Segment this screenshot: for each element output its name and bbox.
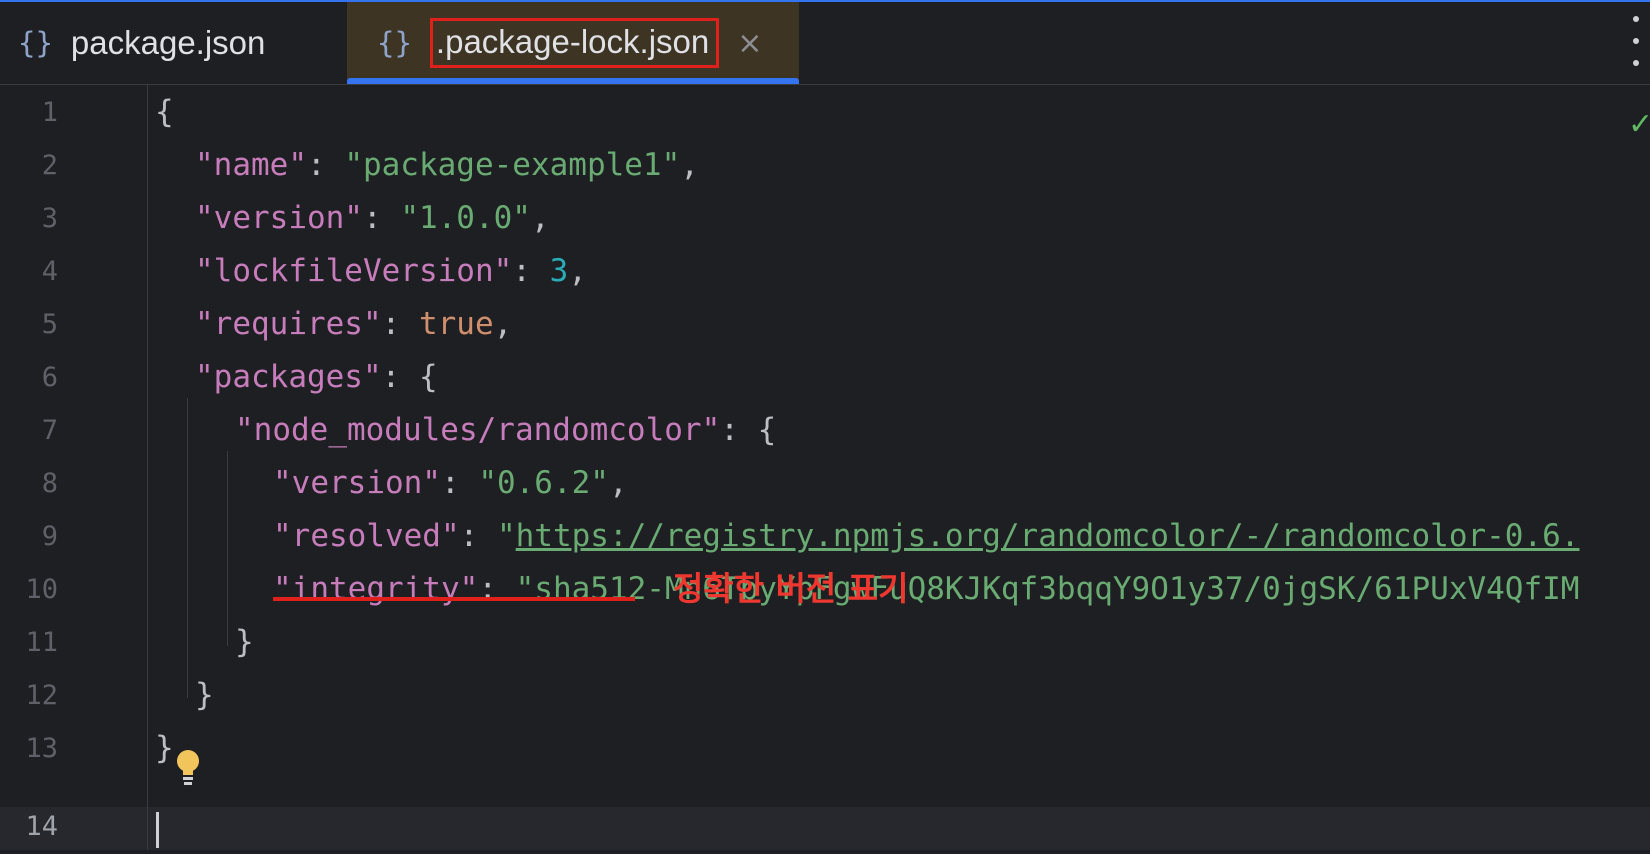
json-braces-icon: {} — [18, 26, 53, 60]
line-number: 13 — [25, 733, 58, 764]
indent-guide — [227, 451, 228, 646]
json-braces-icon: {} — [377, 26, 412, 60]
code-line-5: "requires": true, — [195, 306, 513, 342]
line-number: 7 — [41, 415, 58, 446]
code-line-9: "resolved": "https://registry.npmjs.org/… — [273, 518, 1580, 554]
code-line-7: "node_modules/randomcolor": { — [235, 412, 777, 448]
tab-label: package.json — [70, 24, 266, 61]
code-line-11: } — [235, 624, 254, 660]
code-line-4: "lockfileVersion": 3, — [195, 253, 587, 289]
code-line-8: "version": "0.6.2", — [273, 465, 628, 501]
line-number: 8 — [41, 468, 58, 499]
line-number: 12 — [25, 680, 58, 711]
text-caret — [156, 812, 159, 848]
code-line-10: "integrity": "sha512-Mn6TbyYpFgwFuQ8KJKq… — [273, 571, 1580, 607]
code-line-2: "name": "package-example1", — [195, 147, 699, 183]
resolved-url-link[interactable]: https://registry.npmjs.org/randomcolor/-… — [516, 518, 1580, 554]
indent-guide — [147, 85, 148, 850]
line-number: 1 — [41, 97, 58, 128]
code-line-13: } — [155, 730, 174, 766]
indent-guide — [187, 398, 188, 698]
kebab-menu-icon[interactable] — [1628, 16, 1644, 66]
line-number: 3 — [41, 203, 58, 234]
line-number: 11 — [25, 627, 58, 658]
line-number: 4 — [41, 256, 58, 287]
line-number: 9 — [41, 521, 58, 552]
checkmark-icon[interactable]: ✓ — [1628, 107, 1650, 142]
code-editor[interactable]: 1 2 3 4 5 6 7 8 9 10 11 12 13 14 { "name… — [0, 85, 1650, 850]
editor-tab-bar: {} package.json {} .package-lock.json × — [0, 2, 1650, 85]
tab-package-lock-json[interactable]: {} .package-lock.json × — [347, 2, 799, 84]
line-number-gutter[interactable]: 1 2 3 4 5 6 7 8 9 10 11 12 13 14 — [0, 85, 120, 850]
current-line-number: 14 — [25, 811, 58, 842]
current-line-highlight — [0, 807, 1650, 850]
close-icon[interactable]: × — [737, 26, 762, 61]
code-line-6: "packages": { — [195, 359, 438, 395]
annotation-label: 정확한 버전 표기 — [673, 569, 909, 608]
line-number: 2 — [41, 150, 58, 181]
line-number: 6 — [41, 362, 58, 393]
line-number: 5 — [41, 309, 58, 340]
annotation-underline — [273, 597, 635, 601]
lightbulb-icon[interactable] — [175, 749, 201, 787]
tab-package-json[interactable]: {} package.json — [18, 2, 318, 84]
tab-label-highlighted: .package-lock.json — [429, 18, 720, 68]
code-line-12: } — [195, 677, 214, 713]
code-line-1: { — [155, 94, 174, 130]
active-tab-indicator — [347, 78, 799, 84]
line-number: 10 — [25, 574, 58, 605]
code-line-3: "version": "1.0.0", — [195, 200, 550, 236]
